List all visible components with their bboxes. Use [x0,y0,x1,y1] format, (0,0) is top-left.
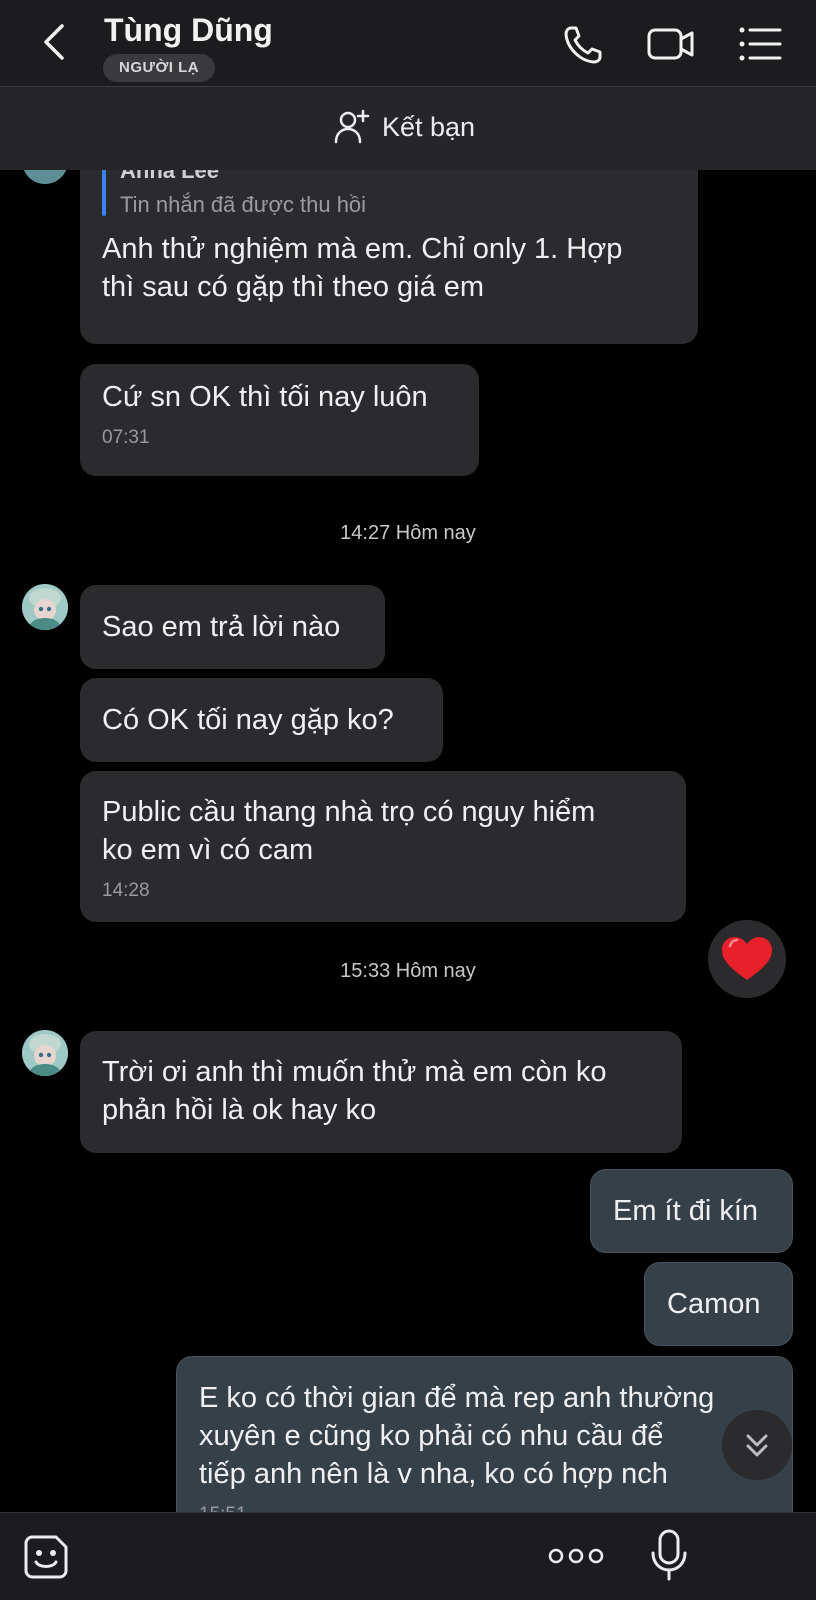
message-line: E ko có thời gian để mà rep anh thường [199,1382,715,1414]
message-bubble-incoming[interactable]: Public cầu thang nhà trọ có nguy hiểm ko… [80,771,686,922]
message-time: 07:31 [102,427,150,448]
quoted-text: Tin nhắn đã được thu hồi [120,192,367,217]
chat-header: Tùng Dũng NGƯỜI LẠ [0,0,816,86]
more-dots-icon[interactable] [548,1541,604,1571]
video-camera-icon[interactable] [646,24,696,64]
quote-bar [102,170,106,216]
message-list[interactable]: Anna Lee Tin nhắn đã được thu hồi Anh th… [0,170,816,1512]
message-line: Public cầu thang nhà trọ có nguy hiểm [102,796,596,828]
heart-icon [722,937,772,980]
avatar[interactable] [22,584,68,630]
stranger-badge: NGƯỜI LẠ [103,54,216,82]
avatar[interactable] [22,170,68,184]
microphone-icon[interactable] [650,1529,688,1581]
message-line: thì sau có gặp thì theo giá em [102,271,485,303]
message-bubble-outgoing[interactable]: Em ít đi kín [590,1169,793,1253]
add-user-icon [334,109,370,144]
avatar[interactable] [22,1030,68,1076]
message-text: Sao em trả lời nào [102,611,341,643]
message-bubble-outgoing[interactable]: Camon [644,1262,793,1346]
message-bubble-incoming[interactable]: Anna Lee Tin nhắn đã được thu hồi Anh th… [80,170,698,344]
message-text: Em ít đi kín [613,1195,759,1227]
message-text: Anh thử nghiệm mà em. Chỉ only 1. Hợp th… [102,230,622,306]
message-time: 14:28 [102,880,150,901]
add-friend-label: Kết bạn [382,111,476,142]
message-bubble-incoming[interactable]: Có OK tối nay gặp ko? [80,678,443,762]
message-bubble-outgoing[interactable]: E ko có thời gian để mà rep anh thường x… [176,1356,793,1512]
message-bubble-incoming[interactable]: Trời ơi anh thì muốn thử mà em còn ko ph… [80,1031,682,1153]
scroll-to-bottom-button[interactable] [722,1410,792,1480]
message-line: xuyên e cũng ko phải có nhu cầu để [199,1420,664,1452]
composer-bar [0,1512,816,1600]
message-line: Anh thử nghiệm mà em. Chỉ only 1. Hợp [102,233,623,265]
double-chevron-down-icon [746,1434,768,1457]
message-text: Camon [667,1288,761,1320]
add-friend-bar: Kết bạn [0,86,816,170]
time-separator: 15:33 Hôm nay [340,960,476,982]
message-line: tiếp anh nên là v nha, ko có hợp nch [199,1458,668,1490]
sticker-smile-icon[interactable] [22,1533,70,1581]
phone-icon[interactable] [562,24,604,66]
message-bubble-incoming[interactable]: Sao em trả lời nào [80,585,385,669]
message-text: Cứ sn OK thì tối nay luôn [102,381,428,413]
message-bubble-incoming[interactable]: Cứ sn OK thì tối nay luôn 07:31 [80,364,479,476]
message-line: ko em vì có cam [102,834,314,866]
message-time: 15:51 [199,1503,770,1512]
list-menu-icon[interactable] [738,24,782,64]
message-line: Trời ơi anh thì muốn thử mà em còn ko [102,1056,607,1088]
add-friend-button[interactable]: Kết bạn [334,109,475,145]
time-separator: 14:27 Hôm nay [340,522,476,544]
heart-reaction-button[interactable] [708,920,786,998]
chevron-left-icon[interactable] [36,22,72,62]
message-text: Có OK tối nay gặp ko? [102,704,394,736]
contact-name[interactable]: Tùng Dũng [104,12,273,49]
message-line: phản hồi là ok hay ko [102,1094,377,1126]
